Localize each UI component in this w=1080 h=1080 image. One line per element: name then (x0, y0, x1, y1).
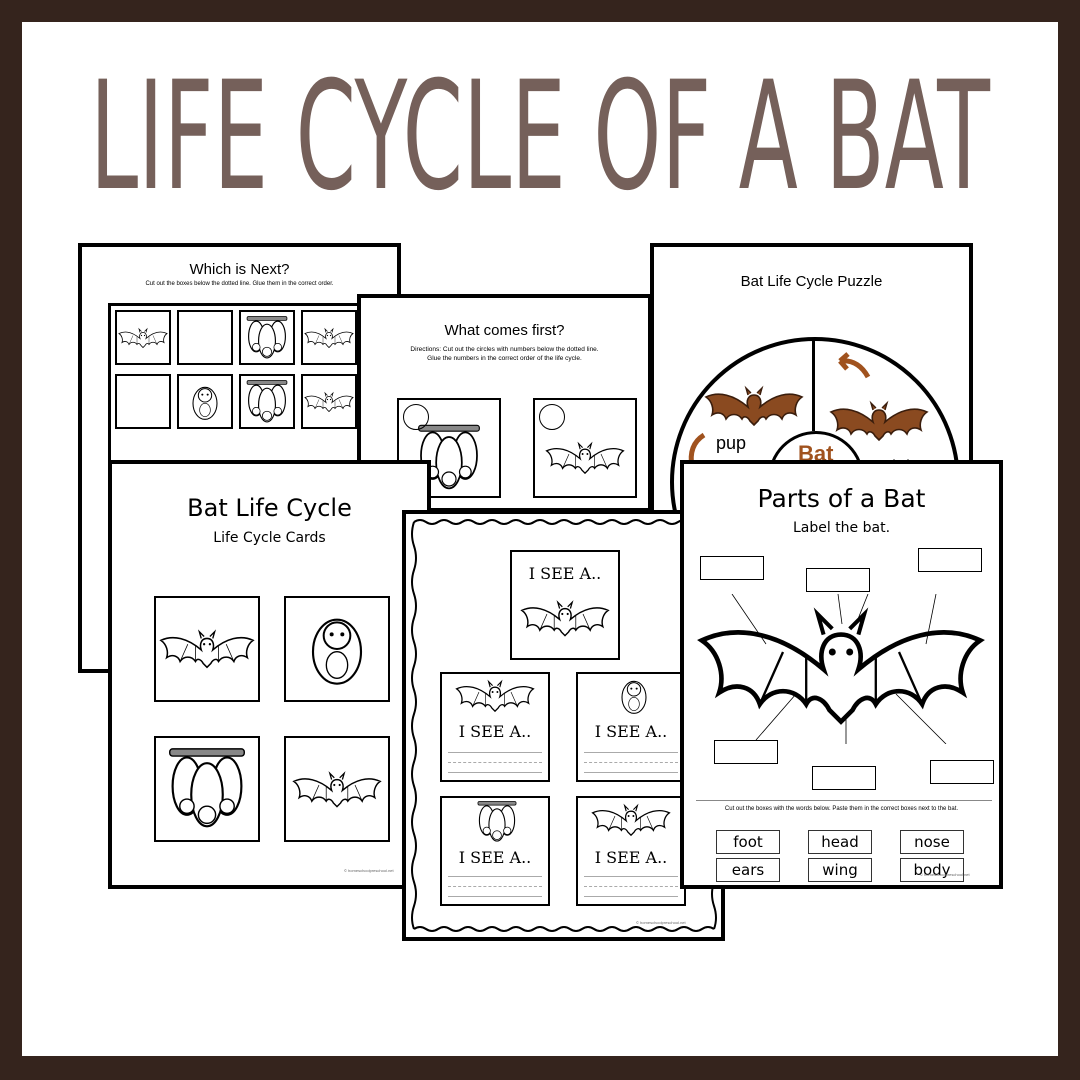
i-see-card: I SEE A.. (576, 672, 686, 782)
word-card: foot (716, 830, 780, 854)
worksheet-title: Bat Life Cycle Puzzle (740, 273, 883, 290)
brown-bat-image (829, 396, 929, 446)
pup-card (284, 596, 390, 702)
watermark: © homeschoolpreschool.net (920, 872, 970, 877)
card-label: I SEE A.. (528, 564, 602, 583)
label-box (930, 760, 994, 784)
bat-diagram (696, 594, 986, 744)
page-title: LIFE CYCLE OF A BAT (90, 60, 991, 200)
word-card: head (808, 830, 872, 854)
bat-card (284, 736, 390, 842)
puzzle-divider (812, 341, 815, 431)
worksheet-title: Bat Life Cycle (187, 494, 352, 522)
empty-box (177, 310, 233, 365)
i-see-card: I SEE A.. (440, 672, 550, 782)
bat-card (154, 596, 260, 702)
worksheet-subtitle: Label the bat. (792, 520, 891, 536)
card-label: I SEE A.. (458, 848, 532, 867)
empty-box (115, 374, 171, 429)
puzzle-label-pup: pup (716, 433, 747, 453)
hanging-bats-image (239, 374, 295, 429)
watermark: © homeschoolpreschool.net (636, 920, 686, 925)
bat-image (301, 374, 357, 429)
word-card: wing (808, 858, 872, 882)
i-see-card: I SEE A.. (576, 796, 686, 906)
worksheet-directions: Glue the numbers in the correct order of… (427, 355, 582, 362)
brown-bat-image (704, 381, 804, 431)
word-card: body (900, 858, 964, 882)
hanging-bats-card (154, 736, 260, 842)
word-card: ears (716, 858, 780, 882)
card-label: I SEE A.. (594, 722, 668, 741)
number-circle (539, 404, 565, 430)
pup-image (177, 374, 233, 429)
worksheet-title: Which is Next? (189, 261, 290, 278)
label-box (918, 548, 982, 572)
worksheet-title: What comes first? (444, 322, 565, 339)
worksheet-directions: Directions: Cut out the circles with num… (410, 346, 599, 353)
word-card: nose (900, 830, 964, 854)
worksheet-title: Parts of a Bat (757, 484, 926, 513)
card-label: I SEE A.. (594, 848, 668, 867)
arrow-icon (838, 352, 871, 379)
bat-image (115, 310, 171, 365)
i-see-card: I SEE A.. (440, 796, 550, 906)
number-circle (403, 404, 429, 430)
worksheet-parts-of-a-bat: Parts of a Bat Label the bat. Cut out th… (680, 460, 1003, 889)
card-label: I SEE A.. (458, 722, 532, 741)
page-title-wrap: LIFE CYCLE OF A BAT (90, 60, 991, 200)
label-box (700, 556, 764, 580)
worksheet-i-see-a: I SEE A.. I SEE A.. I SEE A.. I SEE A.. … (402, 510, 725, 941)
bat-image (301, 310, 357, 365)
worksheet-directions: Cut out the boxes below the dotted line.… (145, 281, 334, 287)
cut-line (696, 800, 992, 801)
watermark: © homeschoolpreschool.net (344, 868, 394, 873)
worksheet-bat-life-cycle-cards: Bat Life Cycle Life Cycle Cards © homesc… (108, 460, 431, 889)
worksheet-subtitle: Life Cycle Cards (213, 530, 326, 546)
i-see-card-large: I SEE A.. (510, 550, 620, 660)
worksheet-directions: Cut out the boxes with the words below. … (724, 806, 959, 812)
label-box (806, 568, 870, 592)
bat-card (533, 398, 637, 498)
label-box (812, 766, 876, 790)
hanging-bats-image (239, 310, 295, 365)
